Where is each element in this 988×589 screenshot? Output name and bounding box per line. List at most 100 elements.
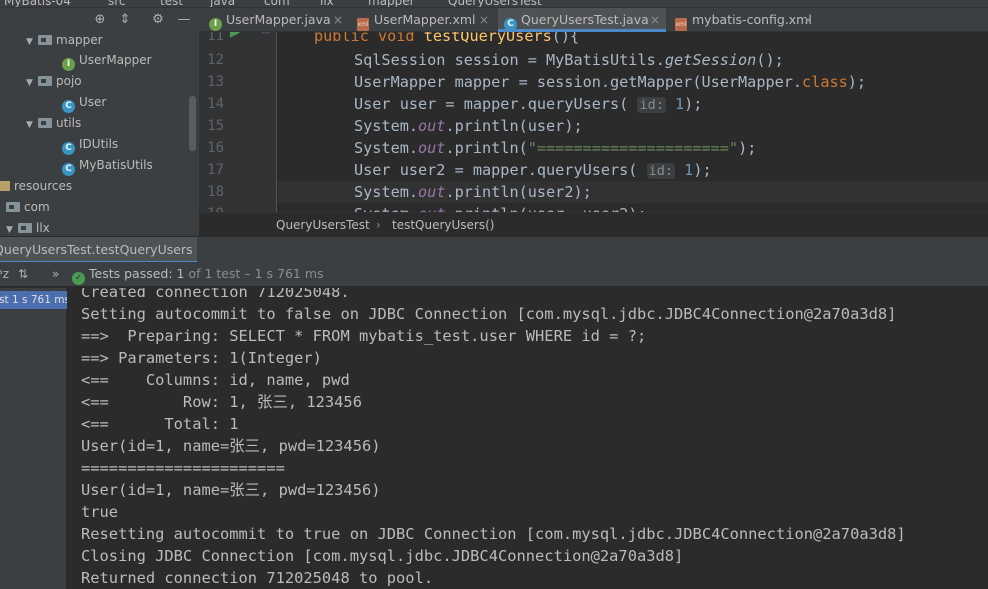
- tab-queryuserstest-java[interactable]: C QueryUsersTest.java ×: [498, 8, 666, 32]
- run-tool-header: QueryUsersTest.testQueryUsers: [0, 236, 988, 263]
- tree-item-label: llx: [36, 221, 50, 235]
- run-toolbar: ᵃz ⇅ » ✓ Tests passed: 1 of 1 test – 1 s …: [0, 262, 988, 287]
- crumb-llx[interactable]: llx: [320, 0, 334, 7]
- crumb-test[interactable]: test: [160, 0, 183, 7]
- tab-label: QueryUsersTest.java: [521, 12, 649, 27]
- chevron-down-icon[interactable]: ▼: [26, 73, 38, 94]
- line-number: 11: [207, 32, 224, 44]
- resources-folder-icon: [0, 181, 10, 191]
- test-result-label: Test 1 s 761 ms: [0, 294, 67, 306]
- close-icon[interactable]: ×: [650, 8, 660, 32]
- editor-breadcrumb: QueryUsersTest › testQueryUsers(): [199, 212, 988, 236]
- console-line: Setting autocommit to false on JDBC Conn…: [81, 305, 897, 323]
- console-line: ==> Preparing: SELECT * FROM mybatis_tes…: [81, 327, 647, 345]
- tree-item-label: User: [79, 95, 107, 109]
- tree-item-mybatisutils[interactable]: C MyBatisUtils: [62, 155, 153, 176]
- chevron-down-icon[interactable]: ▼: [26, 115, 38, 136]
- test-result-item[interactable]: Test 1 s 761 ms: [0, 291, 67, 309]
- scrollbar-thumb[interactable]: [189, 96, 196, 151]
- line-number: 18: [207, 184, 224, 200]
- project-panel: ⊕ ⇕ ⚙ — ▼ mapper I UserMapper ▼ pojo C User …: [0, 8, 199, 236]
- console-output[interactable]: Created connection 712025048. Setting au…: [67, 288, 988, 589]
- sort-duration-icon[interactable]: ⇅: [18, 267, 28, 281]
- tab-usermapper-xml[interactable]: xml UserMapper.xml ×: [351, 8, 495, 32]
- interface-icon: I: [62, 58, 75, 71]
- close-icon[interactable]: ×: [479, 8, 489, 32]
- line-number: 17: [207, 162, 224, 178]
- crumb-java[interactable]: java: [210, 0, 235, 7]
- code-line: SqlSession session = MyBatisUtils.getSes…: [354, 51, 784, 69]
- close-icon[interactable]: ×: [333, 8, 343, 32]
- console-line: <== Row: 1, 张三, 123456: [81, 393, 362, 411]
- hide-icon[interactable]: —: [176, 12, 192, 28]
- tree-item-utils[interactable]: ▼ utils: [26, 113, 81, 134]
- code-line: UserMapper mapper = session.getMapper(Us…: [354, 73, 867, 91]
- line-number: 19: [199, 203, 224, 212]
- crumb-src[interactable]: src: [108, 0, 126, 7]
- run-tab[interactable]: QueryUsersTest.testQueryUsers: [0, 237, 197, 263]
- status-time: – 1 s 761 ms: [240, 266, 324, 281]
- package-icon: [38, 35, 52, 45]
- tree-item-label: UserMapper: [79, 53, 152, 67]
- test-results-tree: Test 1 s 761 ms: [0, 288, 67, 589]
- tab-mybatis-config-xml[interactable]: xml mybatis-config.xml ×: [669, 8, 819, 32]
- tree-item-mapper[interactable]: ▼ mapper: [26, 30, 103, 51]
- console-line: User(id=1, name=张三, pwd=123456): [81, 481, 381, 499]
- status-prefix: Tests passed:: [89, 266, 177, 281]
- chevron-down-icon[interactable]: ▼: [6, 220, 18, 236]
- tree-item-idutils[interactable]: C IDUtils: [62, 134, 118, 155]
- crumb-project[interactable]: MyBatis-04: [4, 0, 71, 7]
- code-editor[interactable]: ▶ ⊟ 11 12 13 14 15 16 17 18 19 public vo…: [199, 32, 988, 212]
- code-line: User user = mapper.queryUsers( id: 1);: [354, 95, 703, 113]
- console-line: Closing JDBC Connection [com.mysql.jdbc.…: [81, 547, 684, 565]
- crumb-method[interactable]: testQueryUsers(): [392, 213, 494, 237]
- tree-item-usermapper[interactable]: I UserMapper: [62, 50, 152, 71]
- chevron-down-icon[interactable]: ▼: [26, 32, 38, 53]
- line-number: 16: [207, 140, 224, 156]
- console-line: <== Total: 1: [81, 415, 239, 433]
- gear-icon[interactable]: ⚙: [150, 12, 166, 28]
- fold-icon[interactable]: ⊟: [261, 32, 270, 36]
- crumb-mapper[interactable]: mapper: [368, 0, 415, 7]
- tab-usermapper-java[interactable]: I UserMapper.java ×: [203, 8, 349, 32]
- tree-item-llx[interactable]: ▼ llx: [6, 218, 50, 236]
- crumb-com[interactable]: com: [264, 0, 290, 7]
- tree-item-label: MyBatisUtils: [79, 158, 153, 172]
- crumb-class[interactable]: QueryUsersTest: [276, 213, 370, 237]
- line-number: 12: [207, 52, 224, 68]
- collapse-all-icon[interactable]: ⇕: [117, 12, 133, 28]
- tab-label: mybatis-config.xml: [692, 12, 812, 27]
- status-suffix: of 1 test: [184, 266, 241, 281]
- tree-item-label: utils: [56, 116, 82, 130]
- tree-item-label: com: [24, 200, 50, 214]
- tree-item-resources[interactable]: resources: [0, 176, 72, 197]
- close-icon[interactable]: ×: [803, 8, 813, 32]
- tree-item-pojo[interactable]: ▼ pojo: [26, 71, 82, 92]
- console-line: true: [81, 503, 119, 521]
- crumb-file[interactable]: QueryUsersTest: [448, 0, 542, 7]
- project-toolbar: ⊕ ⇕ ⚙ —: [0, 8, 199, 32]
- scroll-from-source-icon[interactable]: ⊕: [92, 12, 108, 28]
- console-line: ==> Parameters: 1(Integer): [81, 349, 322, 367]
- tab-label: UserMapper.xml: [374, 12, 476, 27]
- check-icon: ✓: [72, 272, 85, 285]
- line-number: 15: [207, 118, 224, 134]
- chevron-right-icon: ›: [376, 218, 381, 232]
- code-line: System.out.println(user);: [354, 117, 583, 135]
- class-icon: C: [62, 163, 75, 176]
- run-test-icon[interactable]: ▶: [230, 32, 240, 40]
- console-line: Resetting autocommit to true on JDBC Con…: [81, 525, 906, 543]
- code-line: System.out.println("====================…: [354, 139, 757, 157]
- line-number: 14: [207, 96, 224, 112]
- tab-label: UserMapper.java: [226, 12, 331, 27]
- tree-item-com[interactable]: com: [6, 197, 50, 218]
- folder-icon: [18, 223, 32, 233]
- package-icon: [38, 76, 52, 86]
- sort-alpha-icon[interactable]: ᵃz: [0, 267, 9, 281]
- tree-item-label: pojo: [56, 74, 82, 88]
- code-line: System.out.println(user2);: [354, 183, 592, 201]
- code-line: System.out.println(user==user2);: [354, 203, 647, 212]
- expand-toolbar-icon[interactable]: »: [52, 267, 59, 281]
- tree-item-user[interactable]: C User: [62, 92, 106, 113]
- line-number: 13: [207, 74, 224, 90]
